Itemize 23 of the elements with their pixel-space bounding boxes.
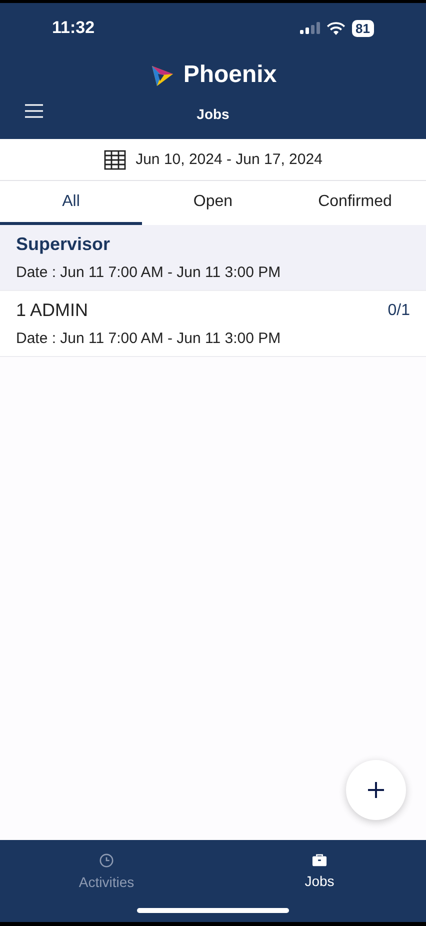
job-row[interactable]: Supervisor Date : Jun 11 7:00 AM - Jun 11 3:00 PM [0, 225, 426, 291]
job-date: Date : Jun 11 7:00 AM - Jun 11 3:00 PM [16, 330, 282, 347]
nav-tab[interactable]: Jobs [213, 840, 426, 902]
job-date: Date : Jun 11 7:00 AM - Jun 11 3:00 PM [16, 264, 282, 281]
calendar-icon[interactable] [104, 150, 126, 170]
job-name: 1 ADMIN [16, 300, 88, 321]
signal-icon [300, 22, 320, 34]
brand-name: Phoenix [183, 61, 277, 89]
tab[interactable]: Confirmed [284, 181, 426, 225]
status-time: 11:32 [52, 18, 95, 38]
date-range[interactable]: Jun 10, 2024 - Jun 17, 2024 [136, 151, 322, 168]
wifi-icon [326, 22, 345, 34]
battery-level: 81 [352, 20, 374, 36]
page-title: Jobs [196, 106, 230, 122]
plus-icon [367, 781, 385, 799]
menu-icon [24, 103, 44, 119]
nav-tab[interactable]: Activities [0, 840, 213, 902]
briefcase-icon [312, 853, 327, 867]
clock-icon [99, 852, 114, 868]
job-count: 0/1 [388, 302, 410, 320]
job-name: Supervisor [16, 234, 110, 255]
tab[interactable]: Open [142, 181, 284, 225]
menu-button[interactable] [24, 103, 44, 119]
